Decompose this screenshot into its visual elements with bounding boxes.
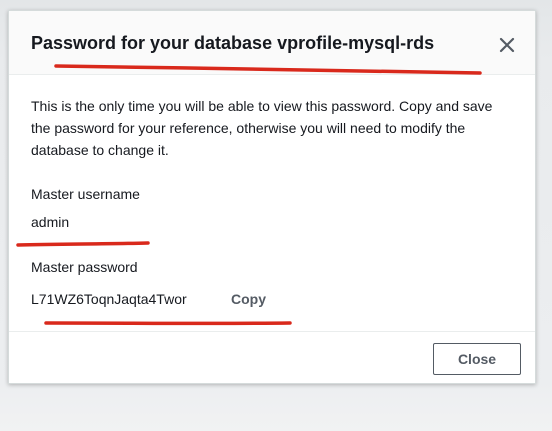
dialog-body: This is the only time you will be able t…: [31, 95, 511, 161]
intro-text: This is the only time you will be able t…: [31, 98, 493, 158]
dialog-header: Password for your database vprofile-mysq…: [9, 11, 535, 75]
password-dialog: Password for your database vprofile-mysq…: [8, 10, 536, 384]
username-label: Master username: [31, 186, 140, 202]
close-icon[interactable]: [497, 35, 517, 55]
copy-password-button[interactable]: Copy: [231, 291, 266, 307]
footer-divider: [9, 331, 535, 332]
password-value: L71WZ6ToqnJaqta4Twor: [31, 291, 187, 307]
dialog-title: Password for your database vprofile-mysq…: [31, 33, 435, 53]
username-value: admin: [31, 214, 70, 230]
close-button[interactable]: Close: [433, 343, 521, 375]
password-label: Master password: [31, 259, 138, 275]
